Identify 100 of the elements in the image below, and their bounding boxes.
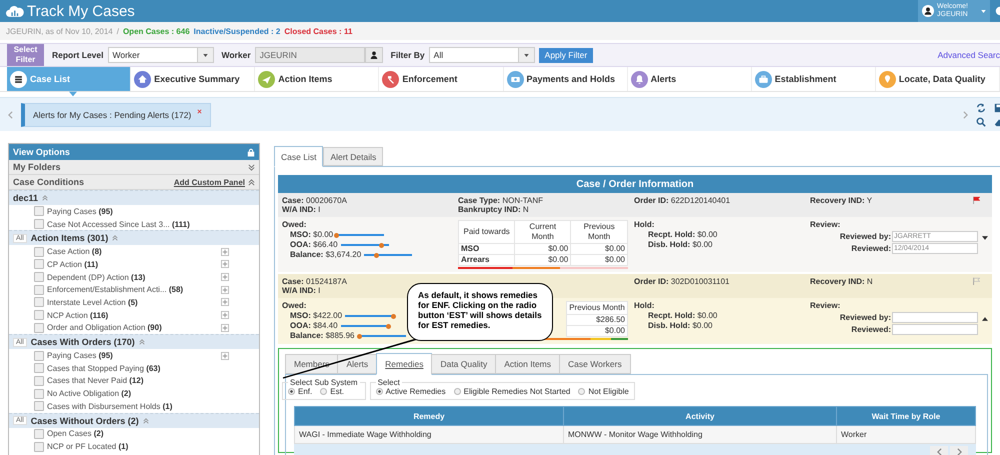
close-icon[interactable] (197, 109, 202, 114)
nav-tab[interactable]: Establishment (752, 67, 876, 91)
tab[interactable]: Remedies (376, 353, 432, 375)
advanced-search-link[interactable]: Advanced Searc (938, 50, 1000, 60)
condition-label[interactable]: Paying Cases (95) (47, 351, 113, 360)
add-custom-panel-link[interactable]: Add Custom Panel (174, 178, 245, 186)
radio-button[interactable] (288, 388, 295, 395)
condition-label[interactable]: Dependent (DP) Action (13) (47, 272, 146, 282)
plus-box-icon[interactable] (221, 324, 229, 332)
checkbox[interactable] (34, 259, 44, 270)
checkbox[interactable] (34, 388, 44, 399)
nav-tab[interactable]: Executive Summary (131, 67, 256, 91)
checkbox[interactable] (34, 428, 44, 439)
nav-tab[interactable]: Action Items (255, 67, 380, 91)
condition-label[interactable]: Cases that Never Paid (12) (47, 376, 144, 386)
radio-button[interactable] (454, 388, 461, 395)
plus-box-icon[interactable] (221, 311, 229, 320)
checkbox[interactable] (34, 284, 44, 295)
refresh-icon[interactable] (976, 102, 986, 112)
double-chevron-up-icon[interactable] (142, 418, 149, 424)
reviewed-date-field[interactable] (892, 324, 978, 335)
radio-button[interactable] (320, 388, 328, 395)
double-chevron-up-icon[interactable] (138, 339, 145, 346)
tab[interactable]: Case Workers (559, 354, 631, 374)
checkbox[interactable] (34, 350, 44, 361)
radio-option[interactable]: Est. (320, 387, 344, 396)
double-chevron-up-icon[interactable] (112, 235, 118, 242)
condition-label[interactable]: NCP Action (116) (47, 310, 108, 320)
plus-box-icon[interactable] (221, 286, 229, 294)
condition-label[interactable]: Order and Obligation Action (90) (47, 323, 162, 332)
expand-caret-icon[interactable] (982, 236, 988, 240)
tab[interactable]: Data Quality (431, 354, 496, 374)
reviewed-by-field[interactable] (892, 312, 978, 323)
checkbox[interactable] (34, 442, 44, 452)
case-card[interactable] (278, 193, 992, 272)
section-title[interactable]: My Folders (13, 162, 61, 172)
checkbox[interactable] (34, 219, 44, 230)
group-title[interactable]: Cases Without Orders (2) (30, 416, 139, 426)
condition-label[interactable]: Paying Cases (95) (47, 206, 113, 216)
tab[interactable]: Alerts (337, 354, 378, 374)
double-chevron-down-icon[interactable] (248, 164, 255, 170)
alert-chip-text: Alerts for My Cases : Pending Alerts (172) (33, 110, 192, 120)
condition-label[interactable]: Case Not Accessed Since Last 3... (111) (47, 220, 190, 229)
tab[interactable]: Alert Details (323, 147, 384, 166)
person-button[interactable] (364, 47, 383, 63)
previous-page-button[interactable] (930, 446, 948, 455)
apply-filter-button[interactable]: Apply Filter (538, 48, 594, 62)
plus-box-icon[interactable] (221, 260, 229, 268)
radio-option[interactable]: Not Eligible (578, 387, 629, 396)
radio-option[interactable]: Active Remedies (376, 387, 446, 396)
collapse-caret-icon[interactable] (982, 317, 988, 321)
group-title[interactable]: dec11 (13, 193, 38, 203)
condition-label[interactable]: Cases that Stopped Paying (63) (47, 364, 160, 373)
flag-outline-icon[interactable] (972, 277, 980, 285)
group-title[interactable]: Action Items (301) (30, 233, 108, 244)
checkbox[interactable] (34, 401, 44, 412)
plus-box-icon[interactable] (221, 352, 229, 360)
checkbox[interactable] (34, 376, 44, 386)
chevron-right-icon[interactable] (963, 110, 968, 118)
radio-button[interactable] (376, 388, 383, 395)
plus-box-icon[interactable] (221, 273, 229, 282)
next-page-button[interactable] (950, 446, 968, 455)
plus-box-icon[interactable] (221, 298, 229, 306)
nav-tab[interactable]: Enforcement (379, 67, 504, 91)
condition-label[interactable]: Enforcement/Establishment Acti... (58) (47, 285, 184, 294)
radio-button[interactable] (578, 388, 586, 395)
plus-box-icon[interactable] (221, 248, 229, 256)
checkbox[interactable] (34, 310, 44, 320)
nav-tab[interactable]: Payments and Holds (504, 67, 628, 91)
nav-tab[interactable]: Locate, Data Quality (876, 67, 1000, 91)
checkbox[interactable] (34, 297, 44, 308)
condition-label[interactable]: CP Action (11) (47, 260, 98, 269)
field-label: Reviewed by: (840, 232, 891, 242)
alert-chip[interactable]: Alerts for My Cases : Pending Alerts (172) (21, 102, 212, 126)
nav-tab[interactable]: Alerts (628, 67, 752, 91)
double-chevron-up-icon[interactable] (248, 178, 255, 186)
condition-label[interactable]: Cases with Disbursement Holds (1) (47, 402, 172, 411)
condition-label[interactable]: Interstate Level Action (5) (47, 298, 138, 307)
double-chevron-up-icon[interactable] (42, 195, 48, 201)
tab[interactable]: Members (285, 354, 338, 374)
checkbox[interactable] (34, 206, 44, 216)
flag-icon[interactable] (972, 196, 980, 204)
radio-option[interactable]: Enf. (288, 387, 312, 396)
tab[interactable]: Action Items (495, 354, 560, 374)
lock-icon[interactable] (247, 148, 255, 156)
checkbox[interactable] (34, 322, 44, 333)
group-title[interactable]: Cases With Orders (170) (30, 337, 135, 348)
condition-label[interactable]: NCP or PF Located (1) (47, 442, 128, 452)
checkbox[interactable] (34, 272, 44, 282)
tab[interactable]: Case List (274, 146, 324, 167)
condition-label[interactable]: Open Cases (2) (47, 429, 104, 438)
checkbox[interactable] (34, 246, 44, 257)
search-icon[interactable] (976, 116, 986, 126)
chevron-left-icon[interactable] (8, 110, 13, 118)
report-level-select[interactable]: Worker (108, 47, 214, 63)
condition-label[interactable]: No Active Obligation (2) (47, 389, 132, 398)
condition-label[interactable]: Case Action (8) (47, 247, 102, 256)
filter-by-select[interactable]: All (428, 47, 535, 63)
radio-option[interactable]: Eligible Remedies Not Started (454, 387, 570, 396)
checkbox[interactable] (34, 363, 44, 374)
